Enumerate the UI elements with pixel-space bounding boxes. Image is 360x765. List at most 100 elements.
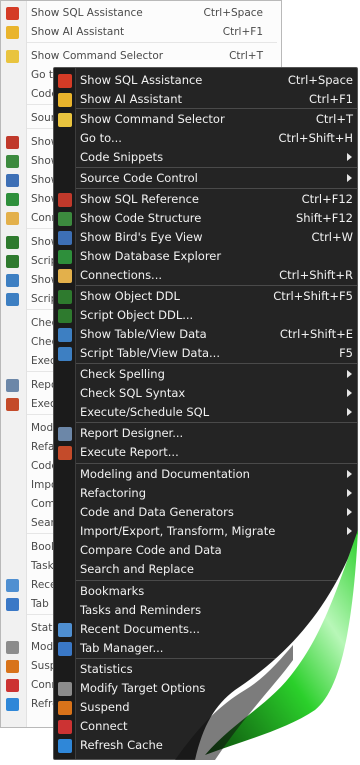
- menu-item-label: Modeling and Documentation: [80, 467, 250, 481]
- menu-item-label: Show Command Selector: [80, 112, 225, 126]
- table-data-icon: [6, 274, 19, 287]
- menu-item-execute-schedule-sql[interactable]: Execute/Schedule SQL: [54, 403, 357, 422]
- menu-item-connections[interactable]: Connections... Ctrl+Shift+R: [54, 266, 357, 285]
- menu-item-shortcut: Ctrl+Shift+R: [279, 268, 353, 282]
- menu-item-source-code-control[interactable]: Source Code Control: [54, 169, 357, 188]
- connections-icon: [6, 212, 19, 225]
- magic-wand-icon: [58, 74, 72, 88]
- menu-item-label: Check Spelling: [80, 367, 165, 381]
- connect-icon: [6, 679, 19, 692]
- tab-manager-icon: [6, 598, 19, 611]
- light-menu-item-label: Com: [31, 498, 55, 510]
- submenu-arrow-icon: [347, 389, 352, 397]
- menu-item-label: Refresh Cache: [80, 738, 163, 752]
- lightning-icon: [58, 113, 72, 127]
- sql-reference-icon: [58, 193, 72, 207]
- sparkle-icon: [6, 26, 19, 39]
- menu-item-shortcut: F5: [339, 346, 353, 360]
- menu-item-label: Show Object DDL: [80, 289, 180, 303]
- menu-item-label: Show Table/View Data: [80, 327, 207, 341]
- connections-icon: [58, 269, 72, 283]
- menu-item-label: Refactoring: [80, 486, 147, 500]
- menu-item-shortcut: Ctrl+F12: [301, 192, 353, 206]
- refresh-icon: [58, 739, 72, 753]
- menu-item-label: Script Table/View Data...: [80, 346, 220, 360]
- menu-item-show-ai-assistant[interactable]: Show AI Assistant Ctrl+F1: [54, 90, 357, 109]
- light-menu-item-label: Refa: [31, 441, 55, 453]
- object-ddl-icon: [6, 236, 19, 249]
- menu-item-modeling-and-documentation[interactable]: Modeling and Documentation: [54, 465, 357, 484]
- menu-item-go-to[interactable]: Go to... Ctrl+Shift+H: [54, 129, 357, 148]
- submenu-arrow-icon: [347, 174, 352, 182]
- menu-separator: [76, 167, 357, 168]
- light-menu-item-shortcut: Ctrl+T: [229, 50, 263, 62]
- menu-item-label: Bookmarks: [80, 584, 145, 598]
- suspend-icon: [58, 701, 72, 715]
- magic-wand-icon: [6, 7, 19, 20]
- menu-item-show-sql-reference[interactable]: Show SQL Reference Ctrl+F12: [54, 190, 357, 209]
- birds-eye-icon: [58, 231, 72, 245]
- code-structure-icon: [58, 212, 72, 226]
- sql-reference-icon: [6, 136, 19, 149]
- script-ddl-icon: [6, 255, 19, 268]
- light-menu-item-shortcut: Ctrl+Space: [203, 7, 263, 19]
- menu-item-shortcut: Ctrl+Space: [287, 73, 353, 87]
- menu-item-check-spelling[interactable]: Check Spelling: [54, 365, 357, 384]
- light-menu-item-label: Show Command Selector: [31, 50, 164, 62]
- menu-item-show-bird-s-eye-view[interactable]: Show Bird's Eye View Ctrl+W: [54, 228, 357, 247]
- menu-item-label: Suspend: [80, 700, 130, 714]
- menu-item-label: Execute/Schedule SQL: [80, 405, 210, 419]
- submenu-arrow-icon: [347, 470, 352, 478]
- menu-item-show-command-selector[interactable]: Show Command Selector Ctrl+T: [54, 110, 357, 129]
- menu-separator: [76, 363, 357, 364]
- menu-item-report-designer[interactable]: Report Designer...: [54, 424, 357, 443]
- menu-item-script-table-view-data[interactable]: Script Table/View Data... F5: [54, 344, 357, 363]
- menu-item-shortcut: Shift+F12: [295, 211, 353, 225]
- database-explorer-icon: [58, 250, 72, 264]
- tools-icon: [6, 641, 19, 654]
- suspend-icon: [6, 660, 19, 673]
- object-ddl-icon: [58, 290, 72, 304]
- menu-item-label: Show Bird's Eye View: [80, 230, 203, 244]
- menu-item-label: Source Code Control: [80, 171, 198, 185]
- menu-item-shortcut: Ctrl+T: [315, 112, 353, 126]
- table-data-icon: [58, 328, 72, 342]
- menu-item-shortcut: Ctrl+Shift+E: [279, 327, 353, 341]
- tab-manager-icon: [58, 642, 72, 656]
- menu-item-label: Report Designer...: [80, 426, 184, 440]
- page-curl-graphic: [175, 528, 360, 765]
- menu-item-label: Show SQL Assistance: [80, 73, 203, 87]
- menu-item-script-object-ddl[interactable]: Script Object DDL...: [54, 306, 357, 325]
- menu-item-label: Statistics: [80, 662, 133, 676]
- menu-separator: [76, 285, 357, 286]
- menu-item-show-object-ddl[interactable]: Show Object DDL Ctrl+Shift+F5: [54, 287, 357, 306]
- light-menu-item-label: Show AI Assistant: [31, 26, 125, 38]
- submenu-arrow-icon: [347, 370, 352, 378]
- menu-item-show-sql-assistance[interactable]: Show SQL Assistance Ctrl+Space: [54, 71, 357, 90]
- menu-item-refactoring[interactable]: Refactoring: [54, 484, 357, 503]
- light-menu-separator: [27, 42, 277, 43]
- submenu-arrow-icon: [347, 153, 352, 161]
- menu-item-show-code-structure[interactable]: Show Code Structure Shift+F12: [54, 209, 357, 228]
- menu-item-label: Tab Manager...: [80, 641, 164, 655]
- light-menu-item-label: Sour: [31, 112, 56, 124]
- menu-item-label: Show Code Structure: [80, 211, 202, 225]
- menu-separator: [76, 463, 357, 464]
- menu-item-show-table-view-data[interactable]: Show Table/View Data Ctrl+Shift+E: [54, 325, 357, 344]
- connect-icon: [58, 720, 72, 734]
- lightning-icon: [6, 50, 19, 63]
- menu-item-label: Execute Report...: [80, 445, 179, 459]
- light-menu-item-label: Show SQL Assistance: [31, 7, 143, 19]
- menu-item-execute-report[interactable]: Execute Report...: [54, 443, 357, 462]
- light-menu-item-0: Show SQL Assistance Ctrl+Space: [1, 4, 283, 23]
- menu-item-show-database-explorer[interactable]: Show Database Explorer: [54, 247, 357, 266]
- menu-item-check-sql-syntax[interactable]: Check SQL Syntax: [54, 384, 357, 403]
- refresh-icon: [6, 698, 19, 711]
- execute-report-icon: [6, 398, 19, 411]
- menu-item-code-snippets[interactable]: Code Snippets: [54, 148, 357, 167]
- sparkle-icon: [58, 93, 72, 107]
- script-table-icon: [58, 347, 72, 361]
- execute-report-icon: [58, 446, 72, 460]
- script-ddl-icon: [58, 309, 72, 323]
- light-menu-item-1: Show AI Assistant Ctrl+F1: [1, 23, 283, 42]
